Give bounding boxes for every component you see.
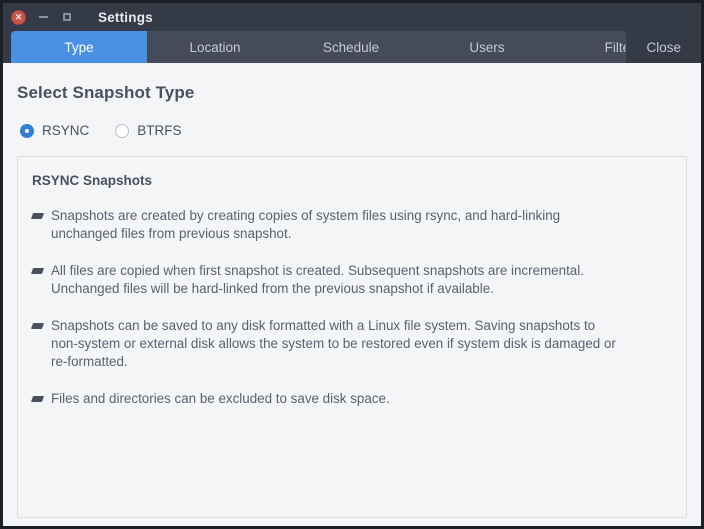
window-maximize-icon[interactable] (60, 10, 74, 24)
tab-filters[interactable]: Filters (555, 31, 627, 63)
bullet-icon (30, 213, 45, 219)
page-title: Select Snapshot Type (17, 83, 195, 102)
tab-bar: Type Location Schedule Users Filters Clo… (3, 31, 701, 63)
tab-type[interactable]: Type (11, 31, 147, 63)
info-line: Files and directories can be excluded to… (51, 391, 390, 406)
radio-rsync-label: RSYNC (42, 123, 90, 138)
radio-option-btrfs[interactable]: BTRFS (115, 123, 182, 138)
info-line: non-system or external disk allows the s… (51, 336, 616, 351)
info-line: re-formatted. (51, 354, 128, 369)
info-item: Snapshots are created by creating copies… (30, 207, 670, 243)
info-line: unchanged files from previous snapshot. (51, 226, 292, 241)
info-line: Snapshots are created by creating copies… (51, 208, 561, 223)
title-bar: ✕ Settings (3, 3, 701, 31)
tab-location[interactable]: Location (147, 31, 283, 63)
info-line: Snapshots can be saved to any disk forma… (51, 318, 596, 333)
info-item-text: Snapshots are created by creating copies… (51, 207, 670, 243)
bullet-icon (30, 323, 45, 329)
tab-users[interactable]: Users (419, 31, 555, 63)
content-area: Select Snapshot Type RSYNC BTRFS RSYNC S… (3, 63, 701, 526)
info-item: All files are copied when first snapshot… (30, 262, 670, 298)
close-button[interactable]: Close (626, 31, 701, 63)
settings-window: ✕ Settings Type Location Schedule Users … (0, 0, 704, 529)
window-title: Settings (98, 9, 153, 25)
info-item-text: All files are copied when first snapshot… (51, 262, 670, 298)
window-close-icon[interactable]: ✕ (11, 9, 26, 25)
tab-group: Type Location Schedule Users Filters (11, 31, 627, 63)
radio-btrfs-label: BTRFS (137, 123, 182, 138)
info-item: Files and directories can be excluded to… (30, 390, 670, 408)
tab-schedule[interactable]: Schedule (283, 31, 419, 63)
info-line: Unchanged files will be hard-linked from… (51, 281, 494, 296)
bullet-icon (30, 268, 45, 274)
radio-option-rsync[interactable]: RSYNC (20, 123, 89, 138)
radio-rsync-icon[interactable] (20, 123, 34, 138)
window-minimize-icon[interactable] (36, 10, 50, 24)
radio-btrfs-icon[interactable] (115, 123, 130, 138)
info-line: All files are copied when first snapshot… (51, 263, 584, 278)
info-item-text: Snapshots can be saved to any disk forma… (51, 317, 670, 371)
snapshot-type-radio-group: RSYNC BTRFS (20, 123, 701, 138)
info-panel: RSYNC Snapshots Snapshots are created by… (17, 156, 687, 518)
info-item-text: Files and directories can be excluded to… (51, 390, 670, 408)
bullet-icon (30, 396, 45, 402)
info-item: Snapshots can be saved to any disk forma… (30, 317, 670, 371)
info-panel-title: RSYNC Snapshots (32, 173, 153, 188)
